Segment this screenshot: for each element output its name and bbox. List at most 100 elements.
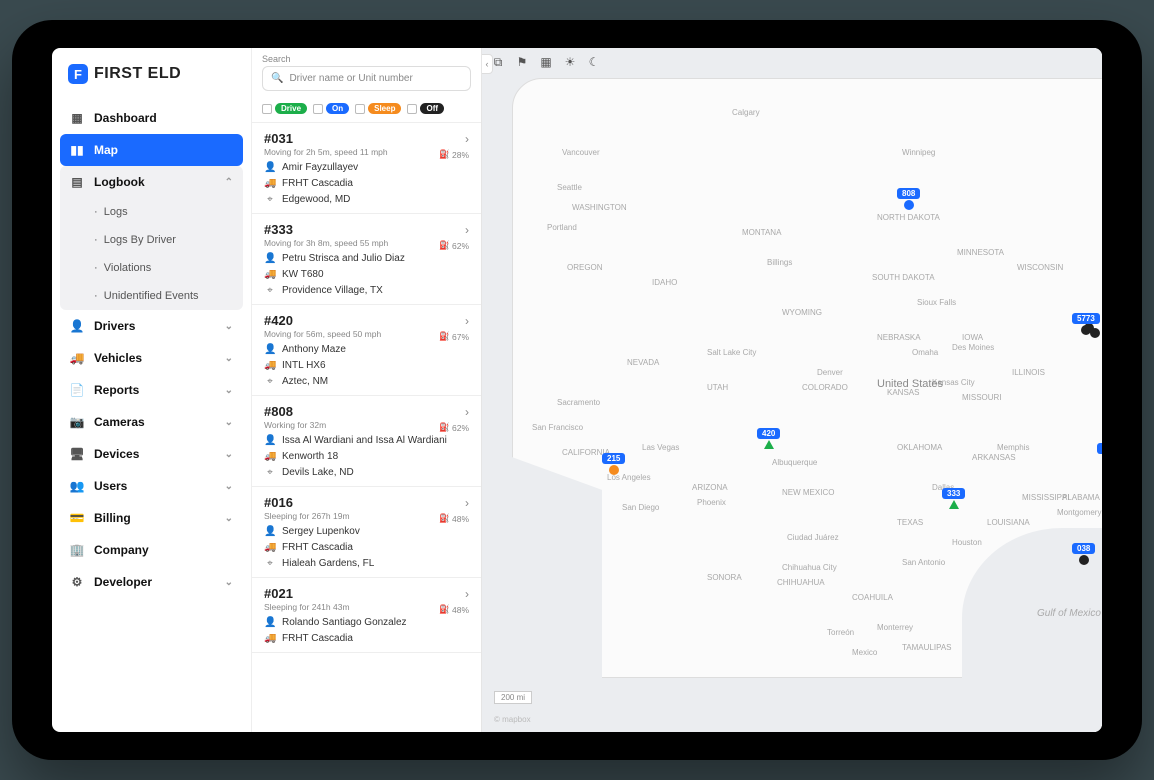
map-marker[interactable]: 215	[602, 453, 625, 475]
map-label: ILLINOIS	[1012, 368, 1045, 377]
truck-icon: 🚚	[264, 360, 276, 371]
map-canvas[interactable]: VancouverCalgarySeattleWASHINGTONPortlan…	[482, 48, 1102, 732]
search-wrap: Search 🔍 Driver name or Unit number	[252, 48, 481, 95]
marker-tag: 333	[942, 488, 965, 499]
traffic-icon[interactable]: ⚑	[514, 54, 530, 70]
logbook-icon: ▤	[70, 175, 84, 189]
dark-icon[interactable]: ☾	[586, 54, 602, 70]
vehicles-icon: 🚚	[70, 351, 84, 365]
map-toolbar: ⧉ ⚑ ▦ ☀ ☾	[490, 54, 602, 70]
map-label: Salt Lake City	[707, 348, 756, 357]
map-label: TAMAULIPAS	[902, 643, 952, 652]
sidebar-item-logbook[interactable]: ▤Logbook⌃	[60, 166, 243, 198]
map-marker[interactable]: 808	[897, 188, 920, 210]
truck-name: Kenworth 18	[282, 451, 338, 462]
unit-id: #808	[264, 404, 293, 419]
marker-tag: 215	[602, 453, 625, 464]
marker-tag: 038	[1072, 543, 1095, 554]
filter-drive[interactable]: Drive	[262, 103, 307, 114]
checkbox-icon[interactable]	[262, 104, 272, 114]
satellite-icon[interactable]: ▦	[538, 54, 554, 70]
pin-icon: ⌖	[264, 376, 276, 387]
truck-name: FRHT Cascadia	[282, 633, 353, 644]
map-label: Seattle	[557, 183, 582, 192]
driver-card[interactable]: #016› Sleeping for 267h 19m ⛽48% Sleep 👤…	[252, 487, 481, 578]
checkbox-icon[interactable]	[313, 104, 323, 114]
nav-label: Users	[94, 479, 127, 493]
unit-id: #021	[264, 586, 293, 601]
checkbox-icon[interactable]	[355, 104, 365, 114]
map-label: MONTANA	[742, 228, 781, 237]
map-label: NEW MEXICO	[782, 488, 834, 497]
sidebar-item-reports[interactable]: 📄Reports⌄	[60, 374, 243, 406]
map-label: NEBRASKA	[877, 333, 921, 342]
map-marker[interactable]: 5773	[1072, 313, 1100, 335]
sidebar-item-dashboard[interactable]: ▦Dashboard	[60, 102, 243, 134]
map-label: Las Vegas	[642, 443, 679, 452]
dashboard-icon: ▦	[70, 111, 84, 125]
sidebar-item-cameras[interactable]: 📷Cameras⌄	[60, 406, 243, 438]
fuel-icon: ⛽	[439, 422, 450, 433]
driver-card[interactable]: #808› Working for 32m ⛽62% On 👤Issa Al W…	[252, 396, 481, 487]
truck-name: INTL HX6	[282, 360, 326, 371]
nav-label: Devices	[94, 447, 139, 461]
map-label: Montgomery	[1057, 508, 1101, 517]
tablet-frame: F FIRST ELD ▦Dashboard▮▮Map▤Logbook⌃· Lo…	[12, 20, 1142, 760]
map-label: OKLAHOMA	[897, 443, 942, 452]
checkbox-icon[interactable]	[407, 104, 417, 114]
marker-arrow-icon	[949, 500, 959, 509]
filter-on[interactable]: On	[313, 103, 349, 114]
marker-arrow-icon	[764, 440, 774, 449]
truck-icon: 🚚	[264, 633, 276, 644]
sidebar-subitem-logs[interactable]: · Logs	[60, 198, 243, 226]
map-area[interactable]: ‹ ⧉ ⚑ ▦ ☀ ☾ VancouverCalgarySeattleWASHI…	[482, 48, 1102, 732]
person-icon: 👤	[264, 526, 276, 537]
map-label: Memphis	[997, 443, 1029, 452]
status-badge: Sleep	[434, 529, 469, 540]
chevron-down-icon: ⌄	[225, 417, 233, 428]
status-text: Working for 32m	[264, 420, 469, 430]
sidebar: F FIRST ELD ▦Dashboard▮▮Map▤Logbook⌃· Lo…	[52, 48, 252, 732]
country-label: United States	[877, 378, 943, 390]
sidebar-item-vehicles[interactable]: 🚚Vehicles⌄	[60, 342, 243, 374]
chevron-down-icon: ⌄	[225, 353, 233, 364]
chevron-right-icon: ›	[465, 405, 469, 419]
location: Providence Village, TX	[282, 285, 383, 296]
filter-sleep[interactable]: Sleep	[355, 103, 401, 114]
sidebar-subitem-logs-by-driver[interactable]: · Logs By Driver	[60, 226, 243, 254]
fuel-level: ⛽48%	[439, 604, 469, 615]
map-marker[interactable]: 025	[1097, 443, 1102, 465]
driver-card[interactable]: #420› Moving for 56m, speed 50 mph ⛽67% …	[252, 305, 481, 396]
sidebar-item-developer[interactable]: ⚙Developer⌄	[60, 566, 243, 598]
sidebar-subitem-unidentified-events[interactable]: · Unidentified Events	[60, 282, 243, 310]
map-marker[interactable]: 333	[942, 488, 965, 509]
sidebar-item-company[interactable]: 🏢Company	[60, 534, 243, 566]
sidebar-subitem-violations[interactable]: · Violations	[60, 254, 243, 282]
nav-label: Logbook	[94, 175, 145, 189]
fuel-icon: ⛽	[439, 604, 450, 615]
driver-card[interactable]: #333› Moving for 3h 8m, speed 55 mph ⛽62…	[252, 214, 481, 305]
sidebar-item-billing[interactable]: 💳Billing⌄	[60, 502, 243, 534]
driver-card[interactable]: #031› Moving for 2h 5m, speed 11 mph ⛽28…	[252, 123, 481, 214]
map-label: NEVADA	[627, 358, 659, 367]
search-input[interactable]: 🔍 Driver name or Unit number	[262, 66, 471, 91]
map-label: Chihuahua City	[782, 563, 837, 572]
panel-collapse-button[interactable]: ‹	[482, 54, 493, 74]
chevron-down-icon: ⌄	[225, 385, 233, 396]
filter-off[interactable]: Off	[407, 103, 444, 114]
sidebar-item-users[interactable]: 👥Users⌄	[60, 470, 243, 502]
map-marker[interactable]: 420	[757, 428, 780, 449]
truck-name: FRHT Cascadia	[282, 542, 353, 553]
sidebar-item-map[interactable]: ▮▮Map	[60, 134, 243, 166]
map-label: San Antonio	[902, 558, 945, 567]
map-label: CHIHUAHUA	[777, 578, 825, 587]
driver-name: Issa Al Wardiani and Issa Al Wardiani	[282, 435, 447, 446]
map-marker[interactable]: 038	[1072, 543, 1095, 565]
light-icon[interactable]: ☀	[562, 54, 578, 70]
sidebar-item-devices[interactable]: 🖥Devices⌄	[60, 438, 243, 470]
driver-card[interactable]: #021› Sleeping for 241h 43m ⛽48% Sleep 👤…	[252, 578, 481, 653]
truck-icon: 🚚	[264, 178, 276, 189]
unit-id: #031	[264, 131, 293, 146]
driver-name: Amir Fayzullayev	[282, 162, 358, 173]
sidebar-item-drivers[interactable]: 👤Drivers⌄	[60, 310, 243, 342]
